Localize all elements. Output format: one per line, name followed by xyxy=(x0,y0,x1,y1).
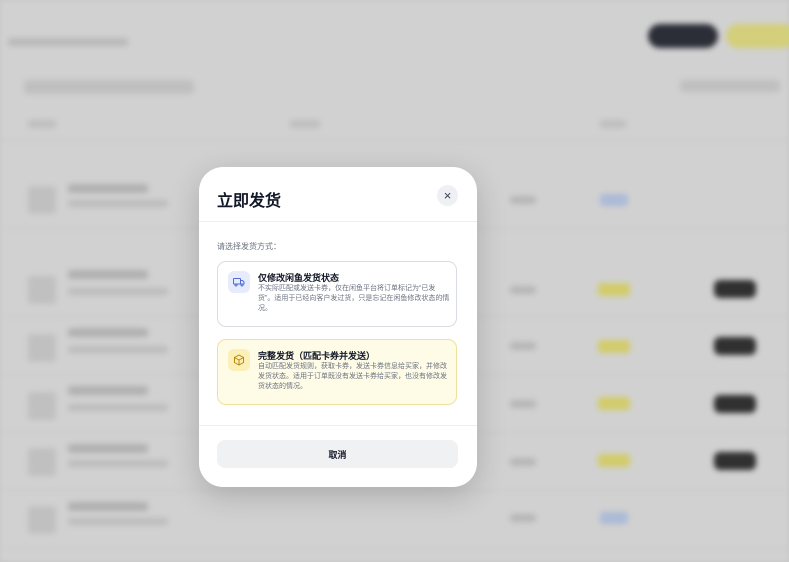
dialog-header: 立即发货 × xyxy=(199,167,477,222)
package-icon xyxy=(228,349,250,371)
truck-icon xyxy=(228,271,250,293)
option-full-shipment[interactable]: 完整发货（匹配卡券并发送） 自动匹配发货规则，获取卡券，发送卡券信息给买家，并修… xyxy=(217,339,457,405)
option-title: 仅修改闲鱼发货状态 xyxy=(258,273,340,283)
option-description: 不实际匹配或发送卡券，仅在闲鱼平台将订单标记为“已发货”。适用于已经向客户发过货… xyxy=(258,285,450,312)
footer-divider xyxy=(199,425,477,426)
close-icon: × xyxy=(443,188,452,203)
dialog-title: 立即发货 xyxy=(217,193,282,210)
option-status-only[interactable]: 仅修改闲鱼发货状态 不实际匹配或发送卡券，仅在闲鱼平台将订单标记为“已发货”。适… xyxy=(217,261,457,327)
ship-now-dialog: 立即发货 × 请选择发货方式： 仅修改闲鱼发货状态 不实际匹配或发送卡券，仅在闲… xyxy=(199,167,477,487)
shipping-method-prompt: 请选择发货方式： xyxy=(217,242,281,251)
option-title: 完整发货（匹配卡券并发送） xyxy=(258,351,376,361)
cancel-button[interactable]: 取消 xyxy=(217,440,458,468)
option-description: 自动匹配发货规则，获取卡券，发送卡券信息给买家，并修改发货状态。适用于订单既没有… xyxy=(258,363,447,390)
close-button[interactable]: × xyxy=(437,185,458,206)
